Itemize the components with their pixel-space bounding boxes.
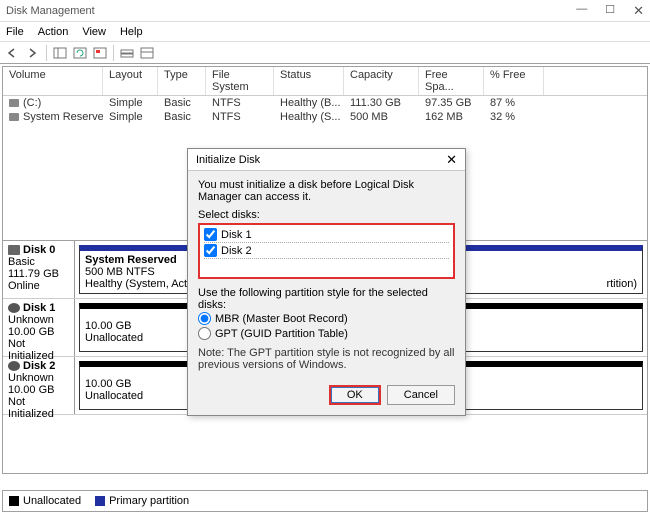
menubar: File Action View Help [0, 22, 650, 42]
maximize-icon[interactable]: ☐ [605, 3, 615, 19]
initialize-disk-dialog: Initialize Disk ✕ You must initialize a … [187, 148, 466, 416]
col-volume[interactable]: Volume [3, 67, 103, 95]
disk-checkbox-row[interactable]: Disk 2 [204, 243, 449, 259]
refresh-icon[interactable] [71, 44, 89, 62]
disk-checkbox-row[interactable]: Disk 1 [204, 227, 449, 243]
forward-icon[interactable] [24, 44, 42, 62]
toolbar-icon-1[interactable] [51, 44, 69, 62]
legend-swatch-primary [95, 496, 105, 506]
gpt-note: Note: The GPT partition style is not rec… [198, 347, 455, 371]
dialog-message: You must initialize a disk before Logica… [198, 179, 455, 203]
col-type[interactable]: Type [158, 67, 206, 95]
close-icon[interactable]: ✕ [633, 3, 644, 19]
table-row[interactable]: (C:) Simple Basic NTFS Healthy (B... 111… [3, 96, 647, 110]
volume-icon [9, 99, 19, 107]
menu-file[interactable]: File [6, 26, 24, 38]
disk-unknown-icon [8, 303, 20, 313]
toolbar-icon-3[interactable] [91, 44, 109, 62]
titlebar: Disk Management — ☐ ✕ [0, 0, 650, 22]
col-pfree[interactable]: % Free [484, 67, 544, 95]
legend-swatch-unallocated [9, 496, 19, 506]
cancel-button[interactable]: Cancel [387, 385, 455, 405]
menu-action[interactable]: Action [38, 26, 69, 38]
menu-view[interactable]: View [82, 26, 106, 38]
gpt-radio-row[interactable]: GPT (GUID Partition Table) [198, 326, 455, 341]
table-header: Volume Layout Type File System Status Ca… [3, 67, 647, 96]
disk1-checkbox[interactable] [204, 228, 217, 241]
col-status[interactable]: Status [274, 67, 344, 95]
mbr-radio-row[interactable]: MBR (Master Boot Record) [198, 311, 455, 326]
col-free[interactable]: Free Spa... [419, 67, 484, 95]
minimize-icon[interactable]: — [576, 3, 587, 19]
col-layout[interactable]: Layout [103, 67, 158, 95]
back-icon[interactable] [4, 44, 22, 62]
toolbar [0, 42, 650, 64]
toolbar-icon-5[interactable] [138, 44, 156, 62]
table-row[interactable]: System Reserved Simple Basic NTFS Health… [3, 110, 647, 124]
disk-unknown-icon [8, 361, 20, 371]
gpt-radio[interactable] [198, 327, 211, 340]
volume-icon [9, 113, 19, 121]
disk2-checkbox[interactable] [204, 244, 217, 257]
partition-style-label: Use the following partition style for th… [198, 287, 455, 311]
toolbar-icon-4[interactable] [118, 44, 136, 62]
dialog-title: Initialize Disk [196, 154, 446, 166]
mbr-radio[interactable] [198, 312, 211, 325]
disk-icon [8, 245, 20, 255]
disk-select-list: Disk 1 Disk 2 [198, 223, 455, 279]
dialog-close-icon[interactable]: ✕ [446, 152, 457, 168]
legend-label: Unallocated [23, 495, 81, 507]
col-filesystem[interactable]: File System [206, 67, 274, 95]
menu-help[interactable]: Help [120, 26, 143, 38]
legend: Unallocated Primary partition [2, 490, 648, 512]
select-disks-label: Select disks: [198, 209, 455, 221]
window-title: Disk Management [6, 5, 576, 17]
col-capacity[interactable]: Capacity [344, 67, 419, 95]
legend-label: Primary partition [109, 495, 189, 507]
ok-button[interactable]: OK [329, 385, 381, 405]
